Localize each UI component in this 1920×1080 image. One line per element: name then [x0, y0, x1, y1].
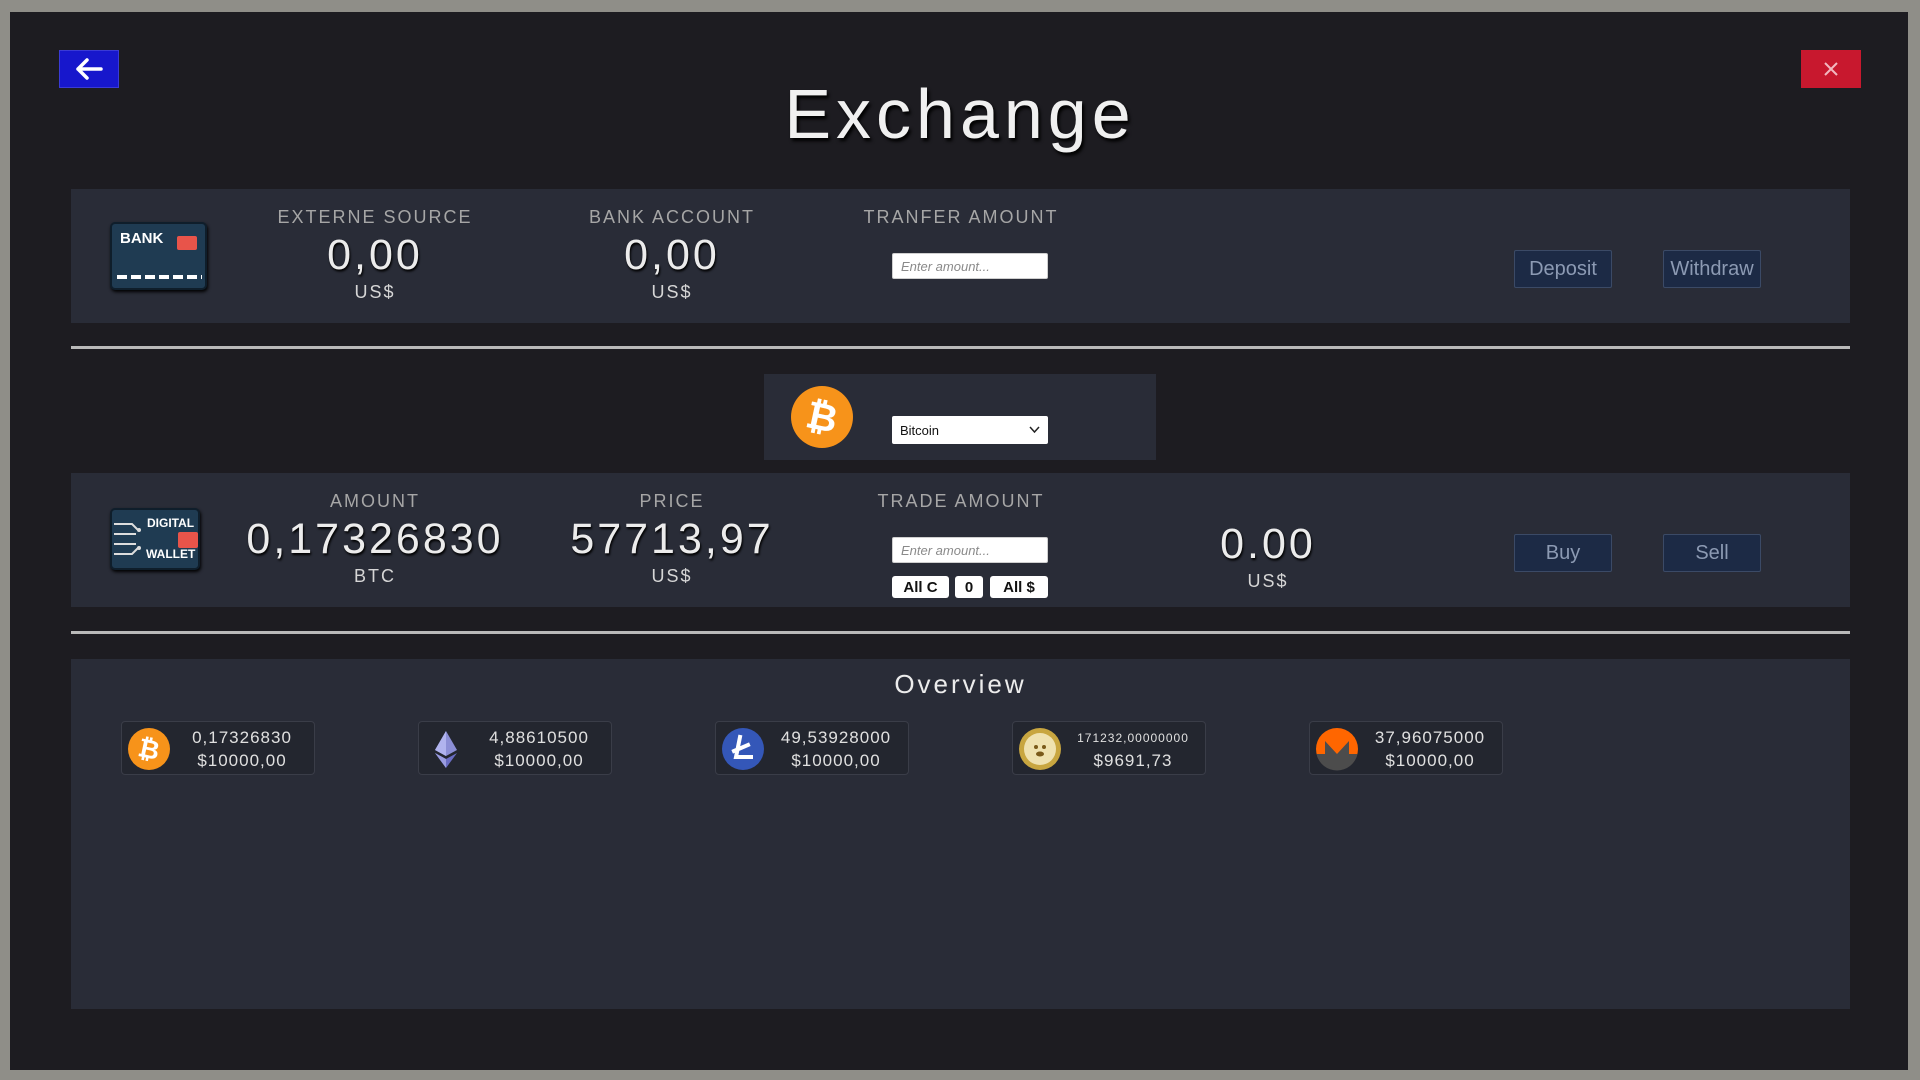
bitcoin-icon: ₿: [791, 386, 853, 448]
wallet-amount-unit: BTC: [354, 566, 396, 586]
divider: [71, 346, 1850, 349]
transfer-amount-input[interactable]: [892, 253, 1048, 279]
digital-wallet-label-2: WALLET: [146, 547, 196, 561]
chevron-down-icon: [1029, 426, 1040, 434]
bitcoin-icon: ₿: [128, 728, 170, 770]
all-coin-button[interactable]: All C: [892, 576, 949, 598]
ethereum-icon: [435, 731, 457, 768]
trade-amount-stat: TRADE AMOUNT: [831, 491, 1091, 512]
overview-quantity: 0,17326830: [192, 728, 292, 747]
withdraw-button[interactable]: Withdraw: [1663, 250, 1761, 288]
overview-card-dogecoin: 171232,00000000 $9691,73: [1012, 721, 1206, 775]
zero-button[interactable]: 0: [955, 576, 983, 598]
price-stat: PRICE 57713,97 US$: [542, 491, 802, 587]
page-title: Exchange: [784, 75, 1136, 153]
transfer-amount-stat: TRANFER AMOUNT: [831, 207, 1091, 228]
buy-button[interactable]: Buy: [1514, 534, 1612, 572]
deposit-button[interactable]: Deposit: [1514, 250, 1612, 288]
trade-amount-input[interactable]: [892, 537, 1048, 563]
price-value: 57713,97: [570, 515, 774, 563]
trade-result-stat: 0.00 US$: [1138, 517, 1398, 592]
overview-quantity: 4,88610500: [489, 728, 589, 747]
monero-icon: [1316, 728, 1358, 771]
overview-quantity: 49,53928000: [780, 728, 892, 747]
litecoin-icon: [722, 728, 764, 770]
trade-result-value: 0.00: [1220, 520, 1316, 568]
wallet-amount-label: AMOUNT: [330, 491, 420, 511]
bank-panel: BANK EXTERNE SOURCE 0,00 US$ BANK ACCOUN…: [71, 189, 1850, 323]
exchange-window: Exchange BANK EXTERNE SOURCE 0,00 US$ BA…: [10, 12, 1908, 1070]
digital-wallet-label-1: DIGITAL: [147, 516, 195, 530]
price-label: PRICE: [639, 491, 705, 511]
overview-value: $10000,00: [791, 751, 881, 770]
price-unit: US$: [651, 566, 693, 586]
bank-card-icon: BANK: [110, 222, 207, 290]
digital-wallet-icon: DIGITAL WALLET: [110, 508, 200, 570]
overview-quantity: 37,96075000: [1374, 728, 1486, 747]
overview-title: Overview: [894, 669, 1027, 699]
externe-source-stat: EXTERNE SOURCE 0,00 US$: [245, 207, 505, 303]
overview-value: $10000,00: [1385, 751, 1475, 770]
bank-account-label: BANK ACCOUNT: [588, 207, 756, 227]
wallet-panel: DIGITAL WALLET AMOUNT 0,17326830 BTC PRI…: [71, 473, 1850, 607]
wallet-amount-stat: AMOUNT 0,17326830 BTC: [245, 491, 505, 587]
overview-value: $10000,00: [197, 751, 287, 770]
wallet-amount-value: 0,17326830: [246, 515, 504, 563]
transfer-amount-label: TRANFER AMOUNT: [863, 207, 1059, 227]
overview-quantity: 171232,00000000: [1077, 731, 1189, 745]
overview-card-bitcoin: ₿ 0,17326830 $10000,00: [121, 721, 315, 775]
dogecoin-icon: [1019, 728, 1061, 770]
bank-account-unit: US$: [651, 282, 693, 302]
trade-amount-label: TRADE AMOUNT: [877, 491, 1045, 511]
overview-card-monero: 37,96075000 $10000,00: [1309, 721, 1503, 775]
externe-source-value: 0,00: [327, 231, 423, 279]
bank-account-value: 0,00: [624, 231, 720, 279]
bank-card-label: BANK: [120, 230, 164, 247]
overview-card-ethereum: 4,88610500 $10000,00: [418, 721, 612, 775]
overview-card-litecoin: 49,53928000 $10000,00: [715, 721, 909, 775]
coin-dropdown[interactable]: Bitcoin: [892, 416, 1048, 444]
all-usd-button[interactable]: All $: [990, 576, 1048, 598]
externe-source-unit: US$: [354, 282, 396, 302]
sell-button[interactable]: Sell: [1663, 534, 1761, 572]
externe-source-label: EXTERNE SOURCE: [277, 207, 473, 227]
trade-result-unit: US$: [1247, 571, 1289, 591]
overview-value: $10000,00: [494, 751, 584, 770]
overview-value: $9691,73: [1093, 751, 1173, 770]
overview-panel: Overview ₿ 0,17326830 $10000,00 4,886105…: [71, 659, 1850, 1009]
coin-dropdown-value: Bitcoin: [900, 422, 940, 438]
bank-account-stat: BANK ACCOUNT 0,00 US$: [542, 207, 802, 303]
divider: [71, 631, 1850, 634]
